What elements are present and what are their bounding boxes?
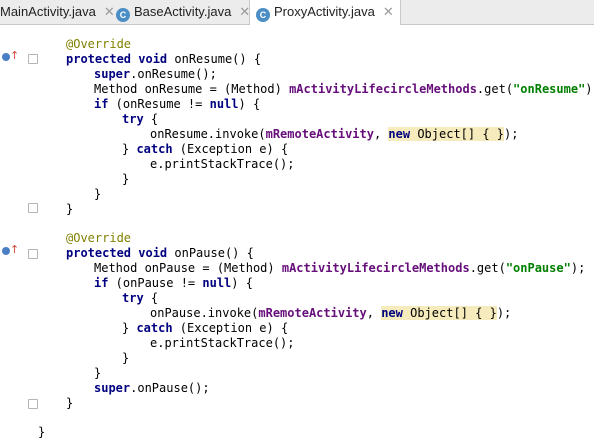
tab-label: BaseActivity.java bbox=[134, 4, 232, 19]
tab-label: ProxyActivity.java bbox=[274, 4, 375, 19]
tab-proxyactivity[interactable]: C ProxyActivity.java ✕ bbox=[249, 0, 401, 25]
tab-mainactivity[interactable]: MainActivity.java ✕ bbox=[0, 0, 115, 24]
code-editor[interactable]: @Override protected void onResume() { su… bbox=[0, 25, 594, 446]
tab-baseactivity[interactable]: C BaseActivity.java ✕ bbox=[116, 0, 250, 24]
tab-label: MainActivity.java bbox=[0, 4, 96, 19]
close-icon[interactable]: ✕ bbox=[104, 4, 115, 19]
close-icon[interactable]: ✕ bbox=[383, 4, 394, 19]
class-icon: C bbox=[116, 8, 130, 22]
class-icon: C bbox=[256, 8, 270, 22]
editor-tab-bar: MainActivity.java ✕ C BaseActivity.java ✕ C… bbox=[0, 0, 594, 25]
